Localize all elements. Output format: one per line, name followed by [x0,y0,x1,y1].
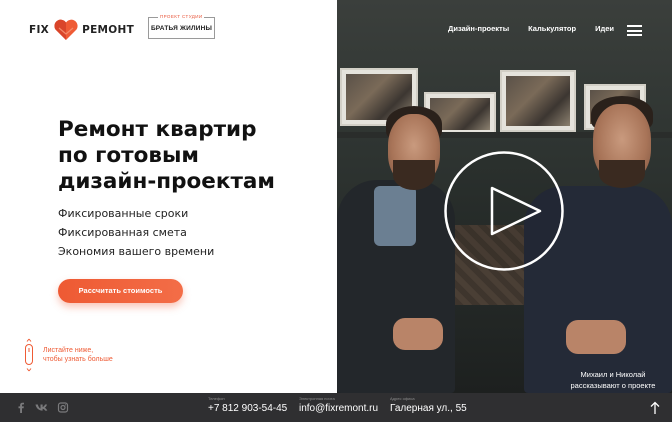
video-caption-line: рассказывают о проекте [570,381,656,390]
phone-block: Телефон +7 812 903-54-45 [208,396,287,416]
video-caption-line: Михаил и Николай [580,370,646,379]
hero-title: Ремонт квартир по готовым дизайн-проекта… [58,117,328,195]
hero-panel: FIX РЕМОНТ ПРОЕКТ СТУДИИ БРАТЬЯ ЖИЛИНЫ Р… [0,0,337,393]
scroll-hint-text: Листайте ниже, чтобы узнать больше [43,346,153,364]
logo-heart-icon [54,19,78,40]
studio-badge-name: БРАТЬЯ ЖИЛИНЫ [150,25,213,32]
main-nav: Дизайн-проекты Калькулятор Идеи [448,24,614,33]
facebook-icon[interactable] [15,402,27,413]
scroll-hint-line: Листайте ниже, [43,347,94,354]
hamburger-menu-icon[interactable] [627,25,642,36]
scroll-to-top-icon[interactable] [650,401,660,415]
nav-design-projects[interactable]: Дизайн-проекты [448,24,509,33]
studio-badge-sup: ПРОЕКТ СТУДИИ [158,14,205,19]
hero-title-line: дизайн-проектам [58,169,276,194]
nav-calculator[interactable]: Калькулятор [528,24,576,33]
feature-item: Экономия вашего времени [58,245,215,258]
video-caption: Михаил и Николай рассказывают о проекте [568,369,658,391]
logo-word-remont: РЕМОНТ [82,24,135,36]
mouse-scroll-icon [25,338,33,372]
footer-bar: Телефон +7 812 903-54-45 Электронная поч… [0,393,672,422]
feature-item: Фиксированная смета [58,226,187,239]
email-block: Электронная почта info@fixremont.ru [299,396,378,416]
feature-item: Фиксированные сроки [58,207,189,220]
email-link[interactable]: info@fixremont.ru [299,402,378,416]
vk-icon[interactable] [35,402,49,413]
phone-link[interactable]: +7 812 903-54-45 [208,402,287,416]
address-text: Галерная ул., 55 [390,403,467,414]
feature-list: Фиксированные сроки Фиксированная смета … [58,204,214,261]
calculate-cost-button[interactable]: Рассчитать стоимость [58,279,183,303]
hero-title-line: по готовым [58,143,199,168]
address-block: Адрес офиса Галерная ул., 55 [390,396,467,416]
hero-title-line: Ремонт квартир [58,117,257,142]
site-logo[interactable]: FIX РЕМОНТ [29,19,134,41]
nav-ideas[interactable]: Идеи [595,24,614,33]
instagram-icon[interactable] [57,402,69,413]
scroll-hint-line: чтобы узнать больше [43,356,113,363]
studio-badge[interactable]: ПРОЕКТ СТУДИИ БРАТЬЯ ЖИЛИНЫ [148,14,215,39]
wall-picture [500,70,576,132]
play-video-button[interactable] [444,151,564,271]
logo-word-fix: FIX [29,24,50,36]
